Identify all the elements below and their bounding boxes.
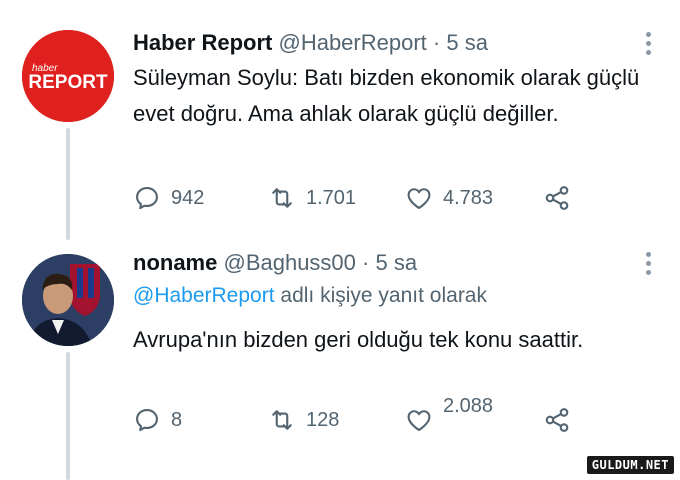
display-name[interactable]: noname [133, 250, 217, 275]
speech-bubble-icon [136, 187, 158, 210]
reply-suffix: adlı kişiye yanıt olarak [280, 284, 487, 307]
tweet-text: Avrupa'nın bizden geri olduğu tek konu s… [133, 327, 584, 352]
avatar[interactable] [22, 254, 114, 346]
reply-context: @HaberReport adlı kişiye yanıt olarak [133, 284, 487, 308]
site-watermark: GULDUM.NET [586, 456, 674, 474]
retweet-icon [272, 410, 292, 430]
reply-button[interactable]: 942 [133, 182, 204, 214]
speech-bubble-icon [136, 409, 158, 432]
retweet-button[interactable]: 128 [268, 404, 339, 436]
heart-icon [407, 188, 431, 209]
avatar-logo-big: REPORT [28, 72, 108, 93]
like-count: 4.783 [443, 186, 494, 209]
thread-line [66, 352, 70, 480]
user-handle[interactable]: @Baghuss00 [223, 250, 355, 275]
tweet-haberreport[interactable]: haber REPORT Haber Report @HaberReport ·… [0, 0, 680, 240]
retweet-count: 128 [306, 408, 340, 431]
separator-dot: · [362, 250, 370, 275]
reply-button[interactable]: 8 [133, 404, 182, 436]
more-vertical-icon[interactable] [646, 32, 652, 59]
reply-count: 942 [171, 186, 205, 209]
reply-count: 8 [171, 408, 183, 431]
timestamp[interactable]: 5 sa [446, 30, 488, 55]
tweet-actions: 8 128 2.088 [133, 395, 593, 436]
retweet-count: 1.701 [306, 186, 357, 209]
more-vertical-icon[interactable] [646, 252, 652, 279]
like-button[interactable]: 4.783 [405, 182, 493, 214]
haber-report-logo-icon: haber REPORT [22, 30, 114, 122]
tweet-text: Süleyman Soylu: Batı bizden ekonomik ola… [133, 65, 640, 126]
tweet-header: Haber Report @HaberReport · 5 sa [133, 30, 488, 56]
user-handle[interactable]: @HaberReport [278, 30, 426, 55]
heart-icon [407, 410, 431, 431]
tweet-header: noname @Baghuss00 · 5 sa [133, 250, 417, 276]
like-count: 2.088 [443, 394, 494, 417]
separator-dot: · [432, 30, 441, 55]
user-photo-icon [22, 254, 114, 346]
thread-line [66, 128, 70, 240]
display-name[interactable]: Haber Report [133, 30, 272, 55]
timestamp[interactable]: 5 sa [375, 250, 417, 275]
like-button[interactable]: 2.088 [405, 395, 493, 436]
reply-mention-link[interactable]: @HaberReport [133, 284, 275, 307]
tweet-actions: 942 1.701 4.783 [133, 182, 593, 214]
share-button[interactable] [543, 182, 571, 214]
tweet-noname[interactable]: noname @Baghuss00 · 5 sa @HaberReport ad… [0, 240, 680, 480]
retweet-icon [272, 188, 292, 208]
share-icon [545, 186, 569, 210]
share-button[interactable] [543, 404, 571, 436]
avatar[interactable]: haber REPORT [22, 30, 114, 122]
retweet-button[interactable]: 1.701 [268, 182, 356, 214]
share-icon [545, 408, 569, 432]
